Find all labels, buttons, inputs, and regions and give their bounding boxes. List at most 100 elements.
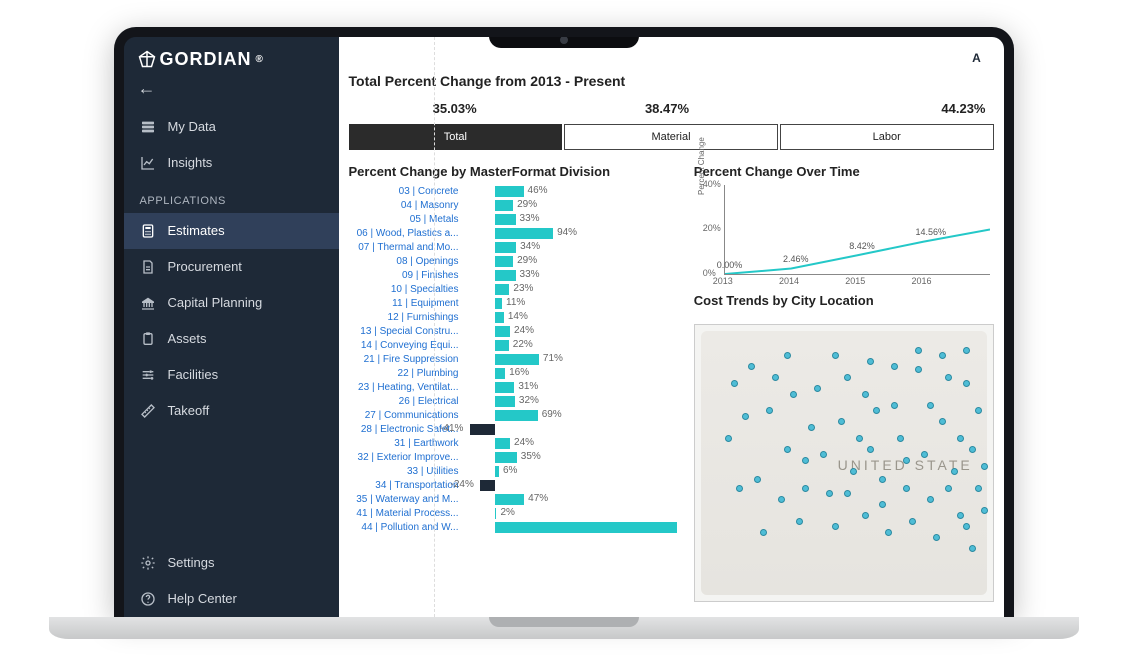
sidebar-item-estimates[interactable]: Estimates [124,213,339,249]
bar-track: 2% [465,508,680,519]
map-city-dot[interactable] [832,523,839,530]
map-city-dot[interactable] [862,391,869,398]
map-city-dot[interactable] [957,512,964,519]
map-city-dot[interactable] [975,407,982,414]
sidebar-item-my-data[interactable]: My Data [124,109,339,145]
bar-label[interactable]: 35 | Waterway and M... [349,494,465,505]
tab-material[interactable]: Material [564,124,778,150]
sidebar-item-settings[interactable]: Settings [124,545,339,581]
bar-track: 14% [465,312,680,323]
bar-label[interactable]: 12 | Furnishings [349,312,465,323]
bar-label[interactable]: 05 | Metals [349,214,465,225]
line-y-tick: 40% [703,179,721,189]
sidebar-item-takeoff[interactable]: Takeoff [124,393,339,429]
map-city-dot[interactable] [957,435,964,442]
map-city-dot[interactable] [903,485,910,492]
bar-label[interactable]: 11 | Equipment [349,298,465,309]
map-city-dot[interactable] [915,347,922,354]
map-city-dot[interactable] [981,507,988,514]
map-city-dot[interactable] [945,485,952,492]
map-city-dot[interactable] [838,418,845,425]
line-path [725,185,990,274]
tab-labor[interactable]: Labor [780,124,994,150]
bar-label[interactable]: 08 | Openings [349,256,465,267]
sidebar-item-procurement[interactable]: Procurement [124,249,339,285]
map-city-dot[interactable] [945,374,952,381]
map-city-dot[interactable] [981,463,988,470]
sidebar-item-insights[interactable]: Insights [124,145,339,181]
map-city-dot[interactable] [915,366,922,373]
map-city-dot[interactable] [802,457,809,464]
bar-label[interactable]: 32 | Exterior Improve... [349,452,465,463]
bar-track: 24% [465,438,680,449]
map-city-dot[interactable] [808,424,815,431]
bar [495,312,504,323]
avatar[interactable]: A [966,47,988,69]
bar-label[interactable]: 41 | Material Process... [349,508,465,519]
map-city-dot[interactable] [844,490,851,497]
bar-track: 35% [465,452,680,463]
bar-label[interactable]: 13 | Special Constru... [349,326,465,337]
map-city-dot[interactable] [802,485,809,492]
bar-label[interactable]: 31 | Earthwork [349,438,465,449]
map-city-dot[interactable] [891,402,898,409]
map-city-dot[interactable] [909,518,916,525]
bar-label[interactable]: 14 | Conveying Equi... [349,340,465,351]
bar-track: 23% [465,284,680,295]
map-city-dot[interactable] [963,380,970,387]
map-city-dot[interactable] [939,352,946,359]
sidebar-item-capital-planning[interactable]: Capital Planning [124,285,339,321]
bar-label[interactable]: 21 | Fire Suppression [349,354,465,365]
map-city-dot[interactable] [731,380,738,387]
bar-value: 69% [542,409,562,420]
bar-value: 31% [518,381,538,392]
map-city-dot[interactable] [927,402,934,409]
bank-icon [140,295,156,311]
bar-track: 24% [465,326,680,337]
bar-label[interactable]: 27 | Communications [349,410,465,421]
map-city-dot[interactable] [725,435,732,442]
bar-label[interactable]: 33 | Utilities [349,466,465,477]
map-city-dot[interactable] [826,490,833,497]
map-city-dot[interactable] [963,347,970,354]
tab-total[interactable]: Total [349,124,563,150]
bar-label[interactable]: 10 | Specialties [349,284,465,295]
map[interactable]: UNITED STATE [694,324,994,602]
map-city-dot[interactable] [856,435,863,442]
map-city-dot[interactable] [760,529,767,536]
bar-label[interactable]: 26 | Electrical [349,396,465,407]
map-city-dot[interactable] [844,374,851,381]
sidebar-item-label: My Data [168,119,216,134]
bar-track: 47% [465,494,680,505]
bar-label[interactable]: 04 | Masonry [349,200,465,211]
map-city-dot[interactable] [969,446,976,453]
map-city-dot[interactable] [951,468,958,475]
bar-label[interactable]: 03 | Concrete [349,186,465,197]
map-city-dot[interactable] [832,352,839,359]
bar-label[interactable]: 22 | Plumbing [349,368,465,379]
bar-value: -24% [451,479,474,490]
sidebar-item-facilities[interactable]: Facilities [124,357,339,393]
sidebar-item-label: Procurement [168,259,242,274]
map-city-dot[interactable] [790,391,797,398]
sliders-icon [140,367,156,383]
map-city-dot[interactable] [778,496,785,503]
map-city-dot[interactable] [862,512,869,519]
back-button[interactable]: ← [124,74,339,109]
bar-row: 23 | Heating, Ventilat... 31% [349,381,680,395]
bar-label[interactable]: 07 | Thermal and Mo... [349,242,465,253]
sidebar-item-assets[interactable]: Assets [124,321,339,357]
bar-label[interactable]: 34 | Transportation [349,480,465,491]
bar-label[interactable]: 23 | Heating, Ventilat... [349,382,465,393]
map-city-dot[interactable] [796,518,803,525]
map-city-dot[interactable] [927,496,934,503]
map-city-dot[interactable] [975,485,982,492]
bar-label[interactable]: 06 | Wood, Plastics a... [349,228,465,239]
map-city-dot[interactable] [784,446,791,453]
map-city-dot[interactable] [963,523,970,530]
map-city-dot[interactable] [850,468,857,475]
sidebar-item-help-center[interactable]: Help Center [124,581,339,617]
bar-label[interactable]: 44 | Pollution and W... [349,522,465,533]
map-city-dot[interactable] [969,545,976,552]
bar-label[interactable]: 09 | Finishes [349,270,465,281]
